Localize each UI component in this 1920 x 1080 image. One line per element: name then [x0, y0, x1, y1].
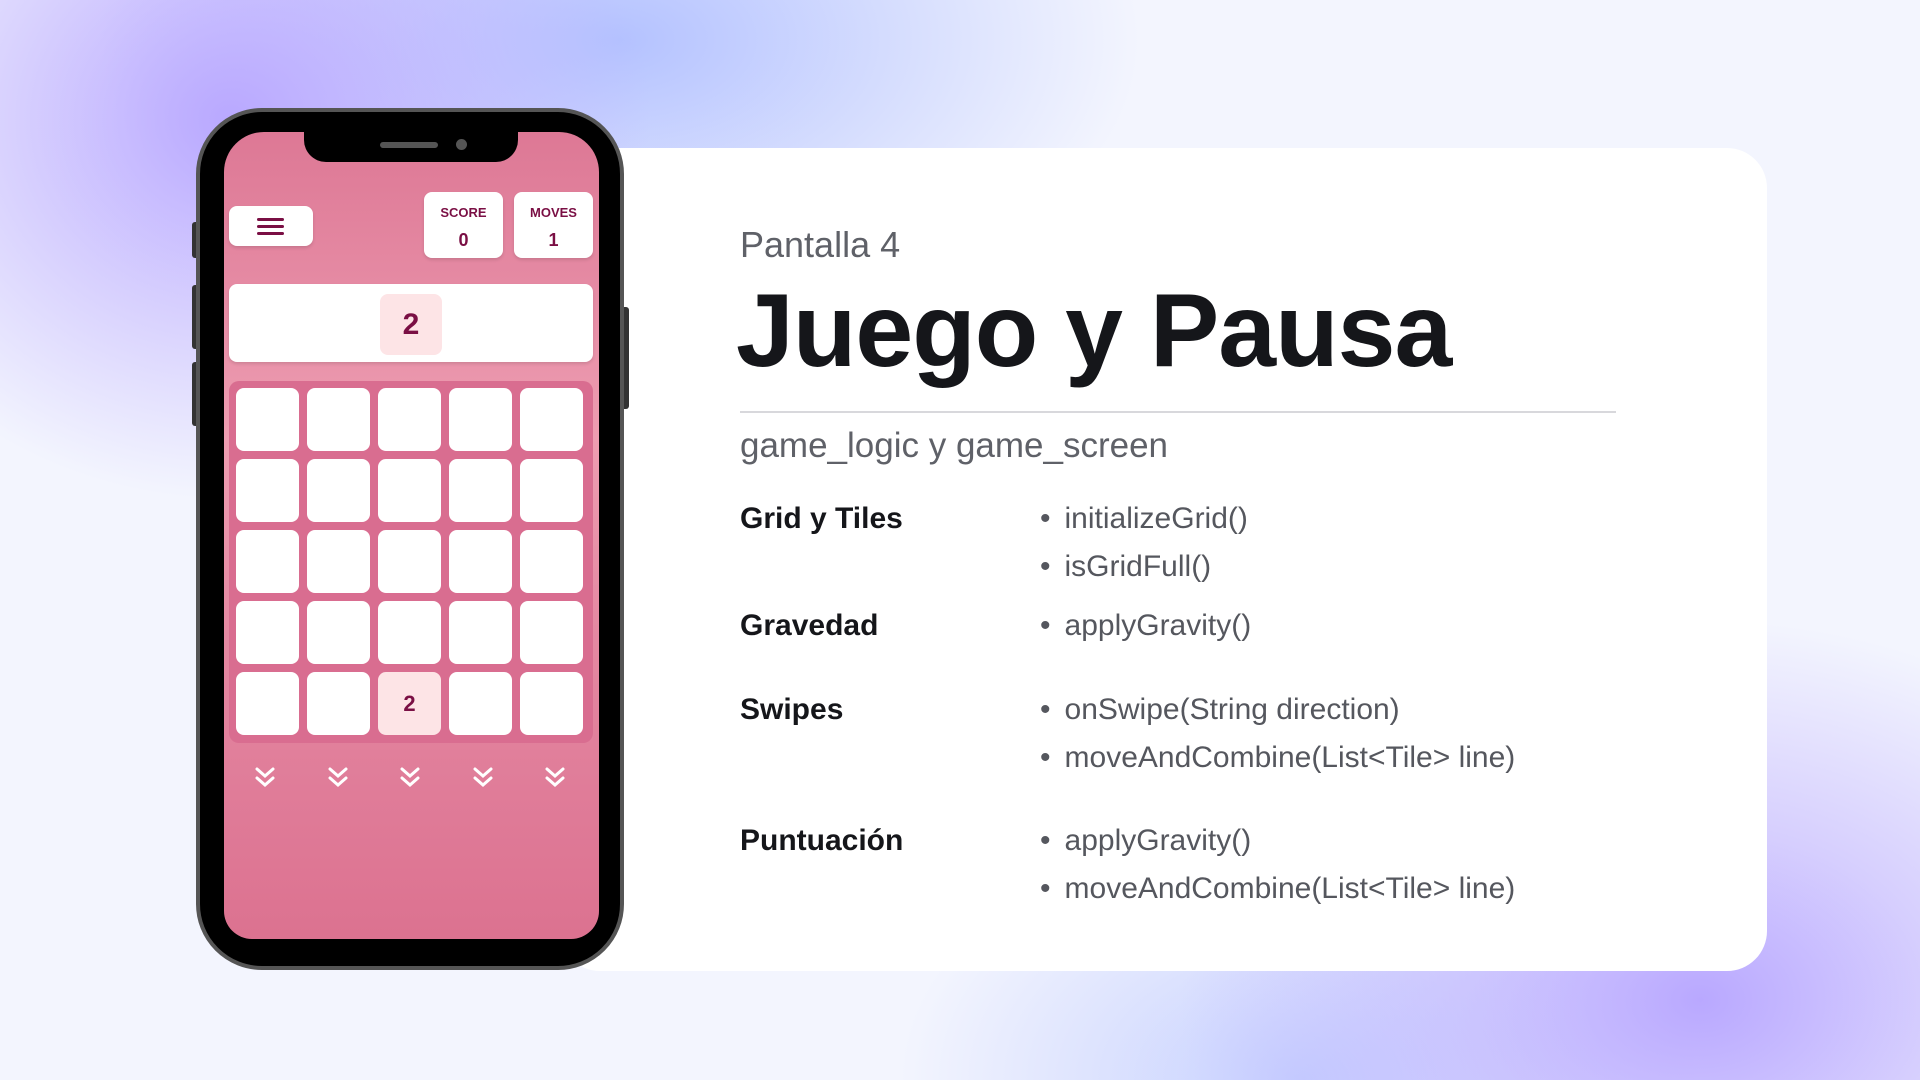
drop-column-chevron-icon[interactable]: [395, 765, 425, 791]
grid-cell[interactable]: [449, 672, 512, 735]
grid-cell[interactable]: [520, 388, 583, 451]
score-label: SCORE: [440, 205, 487, 220]
menu-icon-line: [257, 225, 284, 228]
grid-cell[interactable]: [236, 672, 299, 735]
menu-icon: [257, 218, 284, 221]
grid-cell[interactable]: [236, 530, 299, 593]
slide-subtitle: game_logic y game_screen: [740, 426, 1169, 465]
menu-icon-line: [257, 232, 284, 235]
grid-cell[interactable]: [378, 388, 441, 451]
next-tile: 2: [380, 294, 442, 355]
section-label: Grid y Tiles: [740, 502, 903, 535]
grid-cell[interactable]: [520, 459, 583, 522]
grid-cell[interactable]: [307, 601, 370, 664]
list-item: moveAndCombine(List<Tile> line): [1040, 872, 1516, 906]
list-item: initializeGrid(): [1040, 502, 1248, 536]
list-item: isGridFull(): [1040, 550, 1212, 584]
grid-cell[interactable]: [307, 530, 370, 593]
grid-cell[interactable]: [520, 601, 583, 664]
camera-icon: [456, 139, 467, 150]
drop-column-chevron-icon[interactable]: [323, 765, 353, 791]
section-label: Gravedad: [740, 609, 879, 642]
list-item: moveAndCombine(List<Tile> line): [1040, 741, 1516, 775]
grid-cell[interactable]: [449, 388, 512, 451]
grid-cell[interactable]: 2: [378, 672, 441, 735]
grid-cell[interactable]: [520, 530, 583, 593]
grid-cell[interactable]: [307, 459, 370, 522]
list-item: applyGravity(): [1040, 824, 1252, 858]
grid-cell[interactable]: [236, 388, 299, 451]
section-label: Swipes: [740, 693, 844, 726]
grid-cell[interactable]: [307, 388, 370, 451]
score-value: 0: [458, 230, 469, 250]
drop-column-chevron-icon[interactable]: [468, 765, 498, 791]
list-item: applyGravity(): [1040, 609, 1252, 643]
slide-title: Juego y Pausa: [736, 273, 1452, 389]
drop-column-chevron-icon[interactable]: [540, 765, 570, 791]
list-item: onSwipe(String direction): [1040, 693, 1400, 727]
speaker-icon: [380, 142, 438, 148]
grid-cell[interactable]: [378, 459, 441, 522]
grid-cell[interactable]: [378, 601, 441, 664]
grid-cell[interactable]: [236, 601, 299, 664]
grid-cell[interactable]: [236, 459, 299, 522]
slide-pre-title: Pantalla 4: [740, 224, 901, 265]
section-label: Puntuación: [740, 824, 904, 857]
grid-cell[interactable]: [307, 672, 370, 735]
divider: [740, 411, 1616, 413]
moves-label: MOVES: [530, 205, 577, 220]
menu-button[interactable]: [229, 206, 313, 246]
grid-cell[interactable]: [449, 530, 512, 593]
moves-box: MOVES 1: [514, 192, 593, 258]
grid-cell[interactable]: [378, 530, 441, 593]
score-box: SCORE 0: [424, 192, 503, 258]
grid-cell[interactable]: [520, 672, 583, 735]
grid-cell[interactable]: [449, 601, 512, 664]
moves-value: 1: [548, 230, 559, 250]
drop-column-chevron-icon[interactable]: [250, 765, 280, 791]
game-board[interactable]: 2: [229, 381, 593, 743]
grid-cell[interactable]: [449, 459, 512, 522]
